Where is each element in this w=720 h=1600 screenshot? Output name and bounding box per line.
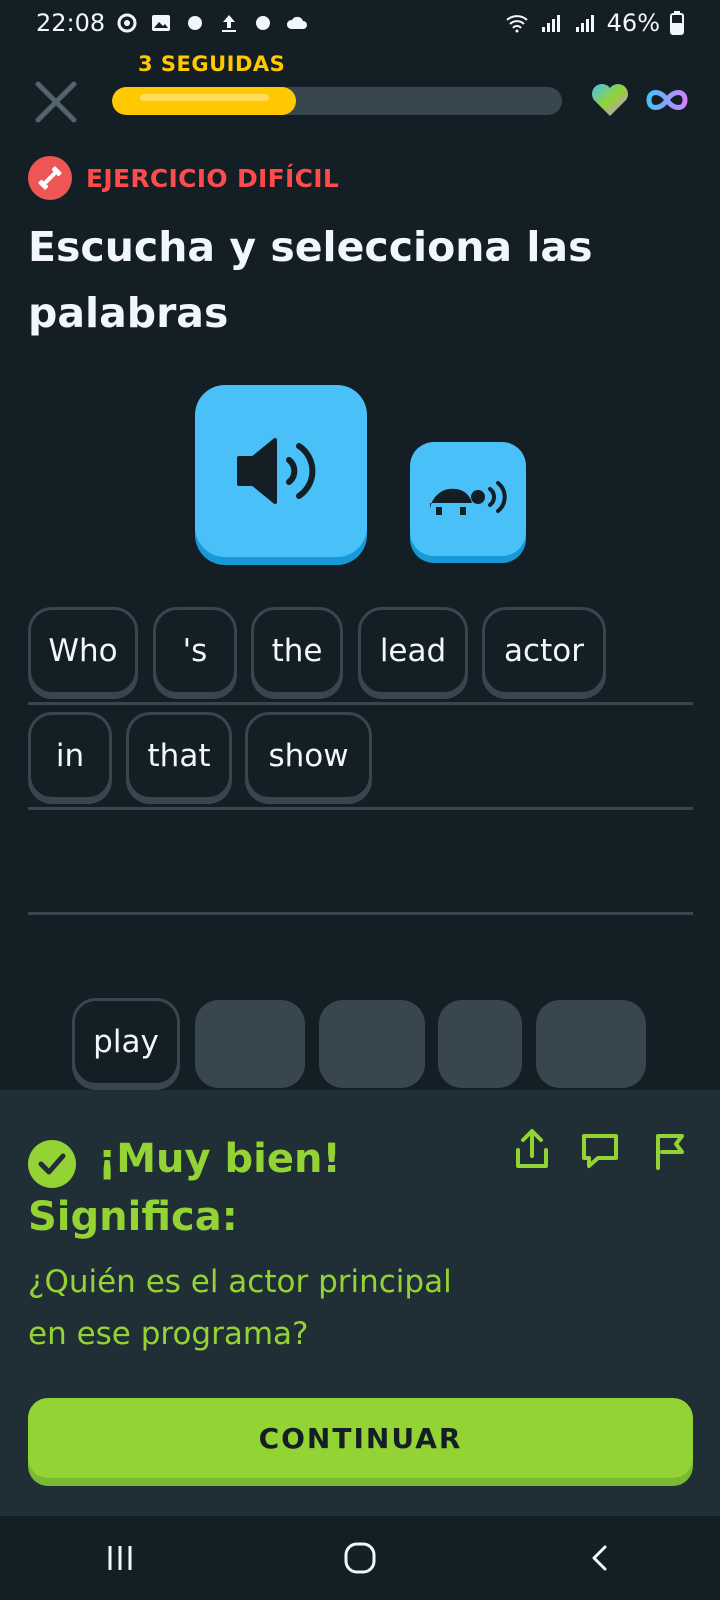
answer-word-chip[interactable]: 's: [153, 607, 237, 695]
battery-level: 46%: [606, 9, 660, 37]
word-bank-empty-slot: [195, 1000, 305, 1088]
feedback-subtitle: Significa:: [28, 1194, 238, 1240]
wifi-icon: [505, 15, 528, 33]
progress-shine: [140, 94, 269, 101]
home-icon: [344, 1542, 376, 1574]
answer-word-chip[interactable]: show: [245, 712, 372, 800]
progress-bar: [112, 87, 562, 115]
notification-icon: [188, 16, 203, 30]
notification-icon: [256, 16, 271, 30]
play-audio-button[interactable]: [195, 385, 367, 557]
battery-icon: [670, 11, 684, 35]
status-bar: 22:08 46%: [0, 0, 720, 46]
answer-word-chip[interactable]: in: [28, 712, 112, 800]
upload-icon: [222, 15, 237, 32]
word-bank-chip[interactable]: play: [72, 998, 180, 1086]
answer-line: [28, 702, 693, 705]
answer-word-chip[interactable]: the: [251, 607, 343, 695]
status-time: 22:08: [36, 9, 106, 37]
answer-word-chip[interactable]: lead: [358, 607, 468, 695]
home-button[interactable]: [330, 1528, 390, 1588]
hard-exercise-badge: EJERCICIO DIFÍCIL: [28, 156, 339, 200]
instruction-title: Escucha y selecciona las palabras: [28, 223, 593, 337]
heart-icon[interactable]: [590, 82, 630, 118]
feedback-title: ¡Muy bien!: [98, 1136, 341, 1182]
check-icon: [28, 1140, 76, 1188]
report-flag-icon[interactable]: [648, 1128, 692, 1172]
signal-icon: [541, 15, 560, 32]
back-button[interactable]: [570, 1528, 630, 1588]
close-icon[interactable]: [30, 78, 82, 126]
answer-line: [28, 807, 693, 810]
recent-apps-icon: [108, 1546, 132, 1570]
dumbbell-icon: [28, 156, 72, 200]
word-bank-empty-slot: [319, 1000, 425, 1088]
word-bank-empty-slot: [438, 1000, 522, 1088]
turtle-icon: [430, 481, 507, 515]
feedback-meaning: ¿Quién es el actor principal en ese prog…: [28, 1264, 452, 1352]
streak-label: 3 SEGUIDAS: [138, 52, 286, 76]
back-icon: [592, 1545, 607, 1571]
comment-icon[interactable]: [578, 1128, 622, 1172]
answer-line: [28, 912, 693, 915]
status-right: 46%: [505, 9, 684, 37]
answer-word-chip[interactable]: actor: [482, 607, 606, 695]
signal-icon: [575, 15, 594, 32]
word-bank-empty-slot: [536, 1000, 646, 1088]
navigation-bar: [0, 1516, 720, 1600]
infinity-icon: [646, 90, 688, 110]
share-icon[interactable]: [510, 1128, 554, 1172]
progress-fill: [112, 87, 296, 115]
answer-word-chip[interactable]: that: [126, 712, 232, 800]
speaker-icon: [237, 438, 316, 504]
status-left: 22:08: [36, 9, 309, 37]
recent-apps-button[interactable]: [90, 1528, 150, 1588]
hard-exercise-label: EJERCICIO DIFÍCIL: [86, 163, 340, 193]
cloud-icon: [287, 16, 308, 29]
play-slow-audio-button[interactable]: [410, 442, 526, 556]
gallery-icon: [152, 15, 171, 31]
continue-button[interactable]: CONTINUAR: [28, 1398, 693, 1478]
settings-icon: [117, 13, 137, 33]
answer-word-chip[interactable]: Who: [28, 607, 138, 695]
